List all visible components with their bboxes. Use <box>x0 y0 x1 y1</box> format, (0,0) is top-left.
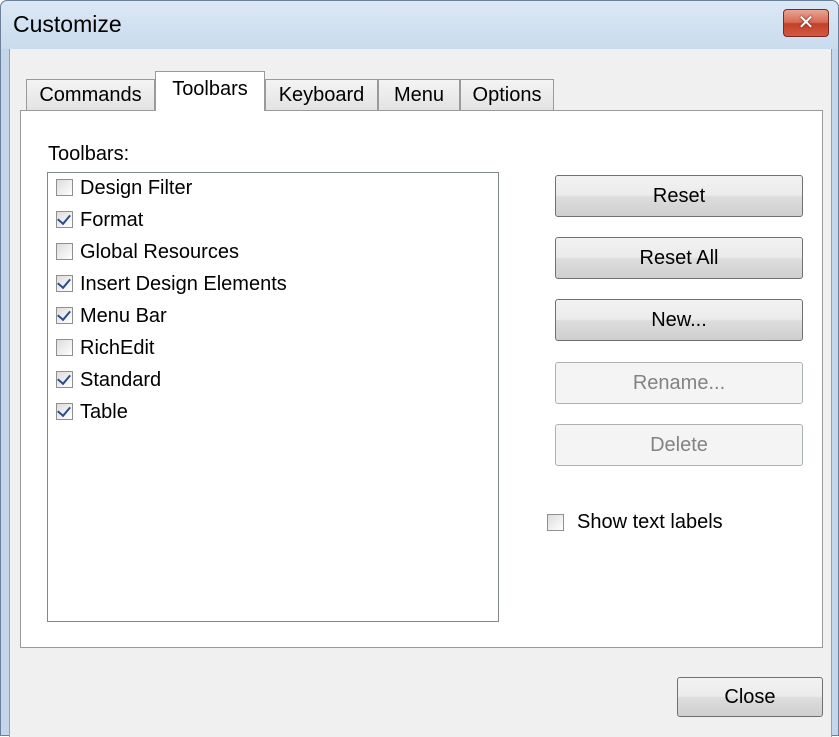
list-item-label: Standard <box>80 369 162 391</box>
checkbox[interactable] <box>56 339 73 356</box>
list-item[interactable]: RichEdit <box>48 333 498 365</box>
reset-all-button[interactable]: Reset All <box>555 237 803 279</box>
tab-menu[interactable]: Menu <box>378 79 460 110</box>
checkbox[interactable] <box>56 210 73 228</box>
delete-button[interactable]: Delete <box>555 424 803 466</box>
checkbox[interactable] <box>56 370 73 388</box>
checkbox[interactable] <box>56 306 73 324</box>
checkmark-icon <box>57 402 71 418</box>
rename-button-label: Rename... <box>632 372 726 394</box>
list-item-label: Format <box>80 209 144 231</box>
list-item[interactable]: Format <box>48 205 498 237</box>
list-item[interactable]: Global Resources <box>48 237 498 269</box>
checkmark-icon <box>57 370 71 386</box>
list-item[interactable]: Menu Bar <box>48 301 498 333</box>
toolbars-list-label: Toolbars: <box>48 143 130 165</box>
new-toolbar-button[interactable]: New... <box>555 299 803 341</box>
close-icon: ✕ <box>797 12 815 34</box>
list-item[interactable]: Table <box>48 397 498 429</box>
show-text-labels-checkbox[interactable] <box>547 514 564 531</box>
window-title: Customize <box>13 11 122 37</box>
tab-toolbars[interactable]: Toolbars <box>155 71 265 111</box>
title-bar[interactable]: Customize ✕ <box>1 1 838 49</box>
reset-button[interactable]: Reset <box>555 175 803 217</box>
tab-label: Menu <box>393 84 445 106</box>
tab-label: Keyboard <box>278 84 365 106</box>
checkbox[interactable] <box>56 243 73 260</box>
checkbox[interactable] <box>56 274 73 292</box>
tab-label: Options <box>472 84 542 106</box>
tab-options[interactable]: Options <box>460 79 554 110</box>
new-button-label: New... <box>651 309 707 331</box>
checkmark-icon <box>57 274 71 290</box>
show-text-labels-option[interactable]: Show text labels <box>547 511 723 534</box>
reset-button-label: Reset <box>652 185 706 207</box>
list-item-label: Global Resources <box>80 241 239 263</box>
list-item-label: Design Filter <box>80 177 193 199</box>
list-item-label: Insert Design Elements <box>80 273 287 295</box>
tab-keyboard[interactable]: Keyboard <box>265 79 378 110</box>
checkmark-icon <box>57 210 71 226</box>
list-item[interactable]: Insert Design Elements <box>48 269 498 301</box>
tab-label: Toolbars <box>172 78 248 100</box>
checkbox[interactable] <box>56 179 73 196</box>
rename-button[interactable]: Rename... <box>555 362 803 404</box>
list-item-label: Table <box>80 401 128 423</box>
close-button-label: Close <box>724 686 776 708</box>
toolbars-listbox[interactable]: Design Filter Format Global Resources In… <box>47 172 499 622</box>
checkmark-icon <box>57 306 71 322</box>
tab-label: Commands <box>39 84 142 106</box>
customize-dialog: Customize ✕ Commands Toolbars Keyboard M… <box>0 0 839 737</box>
show-text-labels-label: Show text labels <box>577 511 723 533</box>
delete-button-label: Delete <box>650 434 708 456</box>
checkbox[interactable] <box>56 402 73 420</box>
close-window-button[interactable]: ✕ <box>783 9 829 37</box>
close-button[interactable]: Close <box>677 677 823 717</box>
list-item[interactable]: Standard <box>48 365 498 397</box>
list-item-label: RichEdit <box>80 337 155 359</box>
tab-commands[interactable]: Commands <box>26 79 155 110</box>
list-item-label: Menu Bar <box>80 305 167 327</box>
list-item[interactable]: Design Filter <box>48 173 498 205</box>
reset-all-button-label: Reset All <box>639 247 719 269</box>
